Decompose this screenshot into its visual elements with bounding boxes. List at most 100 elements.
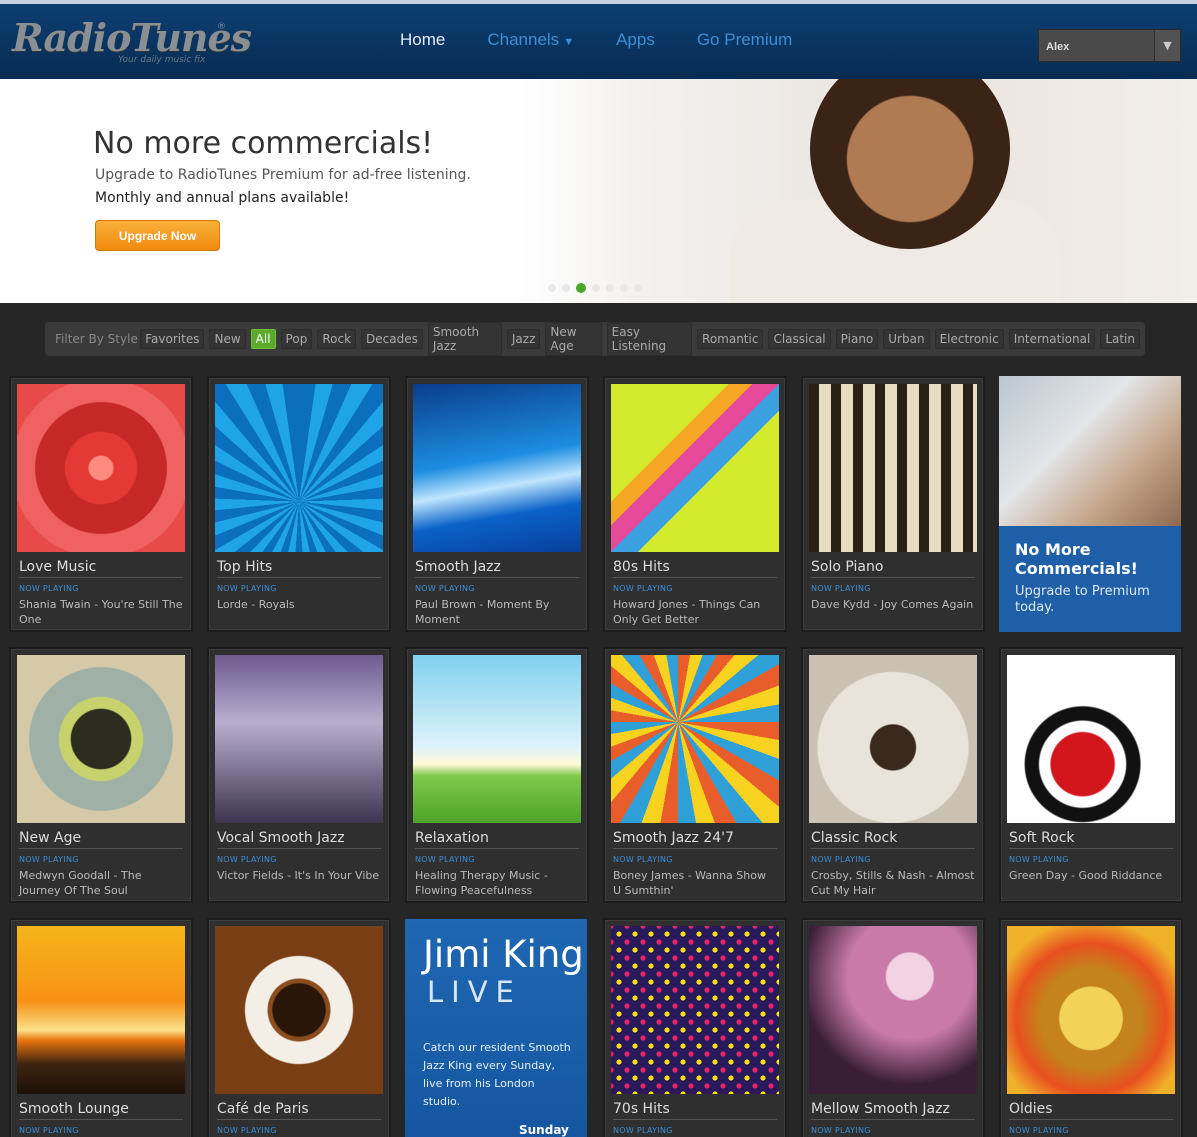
nav-home[interactable]: Home — [400, 30, 445, 50]
filter-urban[interactable]: Urban — [883, 329, 930, 349]
carousel-dot[interactable] — [562, 284, 570, 292]
channel-artwork[interactable] — [17, 926, 185, 1094]
hero-subtitle: Upgrade to RadioTunes Premium for ad-fre… — [95, 167, 471, 183]
channel-name[interactable]: Solo Piano — [811, 559, 975, 578]
channel-tile[interactable]: Mellow Smooth Jazz NOW PLAYING — [803, 920, 983, 1137]
channel-name[interactable]: 80s Hits — [613, 559, 777, 578]
channel-name[interactable]: Smooth Jazz — [415, 559, 579, 578]
channel-artwork[interactable] — [17, 384, 185, 552]
channel-artwork[interactable] — [215, 655, 383, 823]
channel-artwork[interactable] — [611, 655, 779, 823]
now-playing-label: NOW PLAYING — [19, 584, 79, 593]
filter-romantic[interactable]: Romantic — [697, 329, 764, 349]
filter-international[interactable]: International — [1008, 329, 1096, 349]
channel-tile[interactable]: 80s Hits NOW PLAYING Howard Jones - Things… — [605, 378, 785, 630]
channel-tile[interactable]: Solo Piano NOW PLAYING Dave Kydd - Joy Com… — [803, 378, 983, 630]
now-playing-label: NOW PLAYING — [613, 1126, 673, 1135]
channel-name[interactable]: Smooth Jazz 24'7 — [613, 830, 777, 849]
filter-jazz[interactable]: Jazz — [506, 329, 541, 349]
now-playing-label: NOW PLAYING — [613, 855, 673, 864]
channel-artwork[interactable] — [1007, 655, 1175, 823]
chevron-down-icon[interactable]: ▼ — [1154, 30, 1180, 61]
filter-decades[interactable]: Decades — [361, 329, 423, 349]
channel-name[interactable]: Top Hits — [217, 559, 381, 578]
channel-artwork[interactable] — [611, 926, 779, 1094]
now-playing-label: NOW PLAYING — [811, 1126, 871, 1135]
logo-text: RadioTunes — [12, 15, 252, 60]
channel-tile[interactable]: Café de Paris NOW PLAYING — [209, 920, 389, 1137]
filter-smooth-jazz[interactable]: Smooth Jazz — [427, 322, 502, 356]
carousel-dot[interactable] — [548, 284, 556, 292]
now-playing-track: Howard Jones - Things Can Only Get Bette… — [613, 598, 761, 626]
user-menu[interactable]: Alex ▼ — [1038, 29, 1181, 62]
channel-artwork[interactable] — [413, 655, 581, 823]
chevron-down-icon: ▼ — [563, 36, 575, 48]
channel-name[interactable]: 70s Hits — [613, 1101, 777, 1120]
registered-icon: ® — [217, 22, 226, 32]
channel-name[interactable]: Soft Rock — [1009, 830, 1173, 849]
channel-tile[interactable]: Smooth Jazz 24'7 NOW PLAYING Boney James -… — [605, 649, 785, 901]
channel-name[interactable]: Café de Paris — [217, 1101, 381, 1120]
filter-electronic[interactable]: Electronic — [934, 329, 1004, 349]
filter-all[interactable]: All — [250, 329, 276, 349]
filter-label: Filter By Style — [55, 332, 138, 346]
premium-promo-tile[interactable]: No More Commercials! Upgrade to Premium … — [999, 376, 1181, 632]
radiotunes-logo[interactable]: RadioTunes Your daily music fix ® — [12, 15, 252, 66]
filter-latin[interactable]: Latin — [1100, 329, 1140, 349]
nav-apps[interactable]: Apps — [616, 30, 655, 50]
channel-artwork[interactable] — [17, 655, 185, 823]
now-playing-track: Healing Therapy Music - Flowing Peaceful… — [415, 869, 548, 897]
channel-artwork[interactable] — [809, 384, 977, 552]
channel-artwork[interactable] — [215, 384, 383, 552]
channel-name[interactable]: Love Music — [19, 559, 183, 578]
channel-name[interactable]: Mellow Smooth Jazz — [811, 1101, 975, 1120]
filter-classical[interactable]: Classical — [768, 329, 831, 349]
carousel-dot-active[interactable] — [576, 283, 586, 293]
channel-tile[interactable]: Love Music NOW PLAYING Shania Twain - You'… — [11, 378, 191, 630]
nav-go-premium[interactable]: Go Premium — [697, 30, 792, 50]
channel-artwork[interactable] — [413, 384, 581, 552]
channel-tile[interactable]: Classic Rock NOW PLAYING Crosby, Stills & … — [803, 649, 983, 901]
channel-name[interactable]: New Age — [19, 830, 183, 849]
filter-favorites[interactable]: Favorites — [140, 329, 205, 349]
carousel-dot[interactable] — [620, 284, 628, 292]
filter-new[interactable]: New — [209, 329, 246, 349]
channel-tile[interactable]: Vocal Smooth Jazz NOW PLAYING Victor Field… — [209, 649, 389, 901]
channel-tile[interactable]: Soft Rock NOW PLAYING Green Day - Good Rid… — [1001, 649, 1181, 901]
site-header: RadioTunes Your daily music fix ® Home C… — [0, 0, 1197, 79]
now-playing-label: NOW PLAYING — [217, 584, 277, 593]
channel-tile[interactable]: Smooth Jazz NOW PLAYING Paul Brown - Momen… — [407, 378, 587, 630]
now-playing-track: Medwyn Goodall - The Journey Of The Soul — [19, 869, 142, 897]
upgrade-now-button[interactable]: Upgrade Now — [95, 220, 220, 251]
channel-artwork[interactable] — [809, 655, 977, 823]
channel-artwork[interactable] — [1007, 926, 1175, 1094]
channel-name[interactable]: Classic Rock — [811, 830, 975, 849]
channel-artwork[interactable] — [215, 926, 383, 1094]
channel-tile[interactable]: 70s Hits NOW PLAYING — [605, 920, 785, 1137]
carousel-dot[interactable] — [634, 284, 642, 292]
channel-artwork[interactable] — [809, 926, 977, 1094]
filter-rock[interactable]: Rock — [317, 329, 357, 349]
channel-tile[interactable]: Smooth Lounge NOW PLAYING — [11, 920, 191, 1137]
channel-name[interactable]: Relaxation — [415, 830, 579, 849]
channel-artwork[interactable] — [611, 384, 779, 552]
channel-name[interactable]: Smooth Lounge — [19, 1101, 183, 1120]
filter-easy-listening[interactable]: Easy Listening — [606, 322, 693, 356]
filter-new-age[interactable]: New Age — [545, 322, 602, 356]
channel-tile[interactable]: Relaxation NOW PLAYING Healing Therapy Mus… — [407, 649, 587, 901]
channel-name[interactable]: Vocal Smooth Jazz — [217, 830, 381, 849]
jimi-king-live-tile[interactable]: Jimi King LIVE Catch our resident Smooth… — [405, 919, 587, 1137]
hero-banner: No more commercials! Upgrade to RadioTun… — [0, 79, 1197, 303]
now-playing-label: NOW PLAYING — [1009, 855, 1069, 864]
filter-piano[interactable]: Piano — [835, 329, 879, 349]
channel-tile[interactable]: Top Hits NOW PLAYING Lorde - Royals — [209, 378, 389, 630]
channel-name[interactable]: Oldies — [1009, 1101, 1173, 1120]
carousel-dots — [548, 283, 642, 293]
carousel-dot[interactable] — [592, 284, 600, 292]
carousel-dot[interactable] — [606, 284, 614, 292]
nav-channels[interactable]: Channels ▼ — [487, 30, 574, 50]
hero-title: No more commercials! — [93, 126, 434, 161]
channel-tile[interactable]: Oldies NOW PLAYING — [1001, 920, 1181, 1137]
channel-tile[interactable]: New Age NOW PLAYING Medwyn Goodall - The J… — [11, 649, 191, 901]
filter-pop[interactable]: Pop — [280, 329, 313, 349]
